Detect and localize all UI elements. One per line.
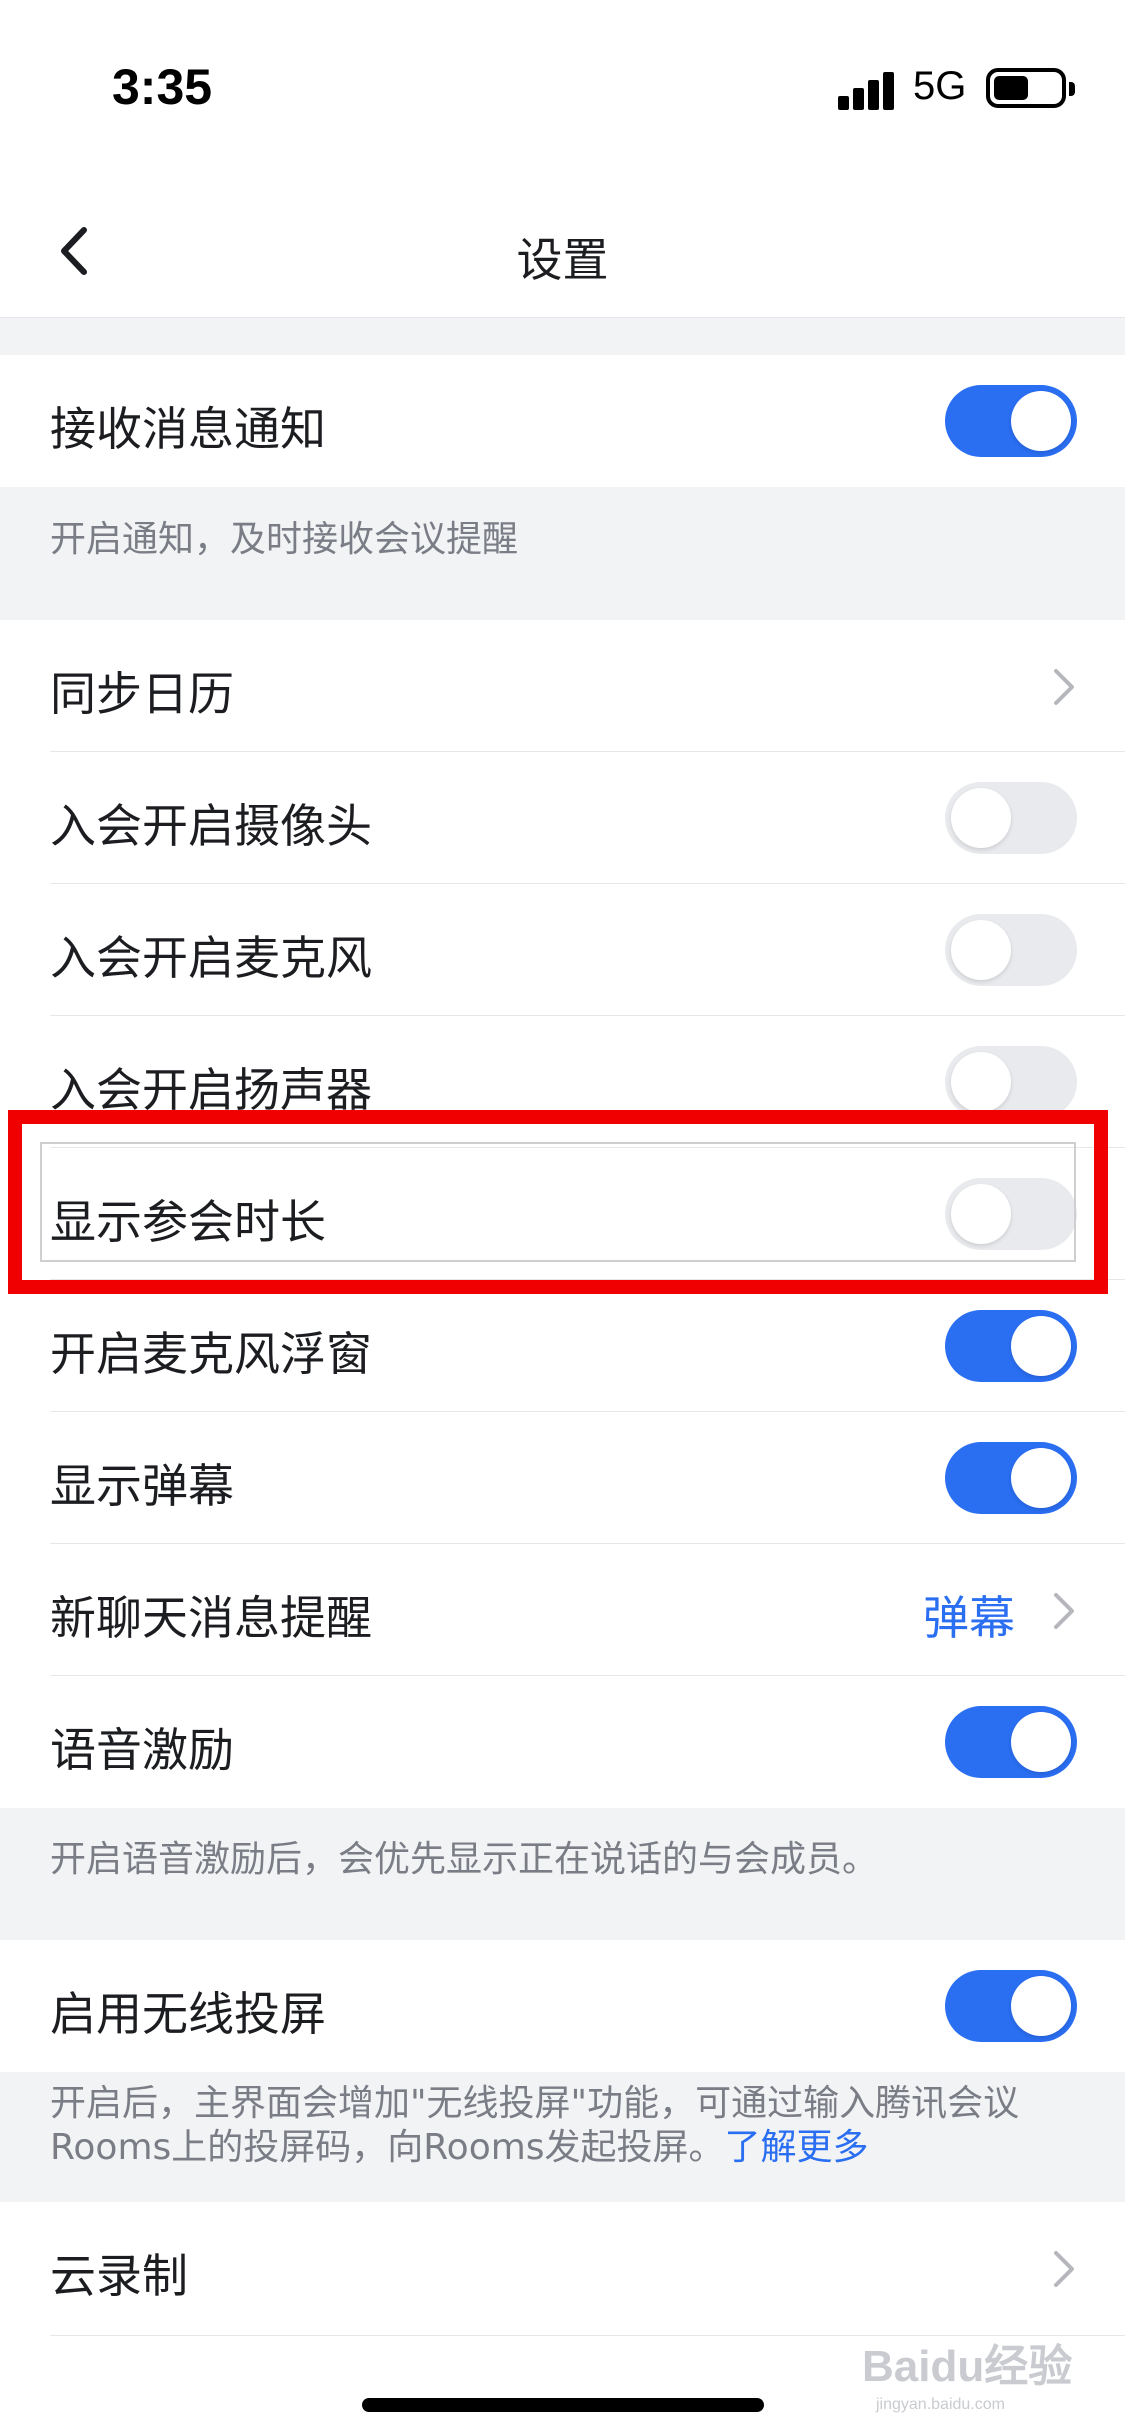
voice-excite-note: 开启语音激励后，会优先显示正在说话的与会成员。	[50, 1839, 879, 1880]
setting-label: 启用无线投屏	[50, 1987, 326, 2041]
status-bar: 3:35 5G	[0, 0, 1125, 190]
setting-label: 同步日历	[50, 667, 234, 721]
setting-label: 开启麦克风浮窗	[50, 1327, 372, 1381]
setting-label: 显示弹幕	[50, 1459, 234, 1513]
setting-row-wireless: 启用无线投屏	[0, 1940, 1125, 2072]
wireless-toggle[interactable]	[945, 1970, 1077, 2042]
baidu-watermark-logo: Baidu经验 jingyan.baidu.com	[862, 2330, 1072, 2414]
notify-toggle[interactable]	[945, 385, 1077, 457]
setting-row-danmaku: 显示弹幕	[0, 1412, 1125, 1544]
speaker-toggle[interactable]	[945, 1046, 1077, 1118]
setting-label: 语音激励	[50, 1723, 234, 1777]
setting-value: 弹幕	[923, 1591, 1015, 1645]
camera-toggle[interactable]	[945, 782, 1077, 854]
setting-label: 入会开启麦克风	[50, 931, 372, 985]
setting-row-sync-calendar[interactable]: 同步日历	[0, 620, 1125, 752]
setting-row-notify: 接收消息通知	[0, 355, 1125, 487]
wireless-note-line1: 开启后，主界面会增加"无线投屏"功能，可通过输入腾讯会议	[50, 2083, 1020, 2124]
wireless-note-line2: Rooms上的投屏码，向Rooms发起投屏。	[50, 2127, 725, 2168]
status-time: 3:35	[112, 59, 213, 115]
mic-float-toggle[interactable]	[945, 1310, 1077, 1382]
navigation-bar: 设置	[0, 190, 1125, 318]
setting-label: 新聊天消息提醒	[50, 1591, 372, 1645]
setting-row-mic: 入会开启麦克风	[0, 884, 1125, 1016]
setting-row-mic-float: 开启麦克风浮窗	[0, 1280, 1125, 1412]
setting-label: 接收消息通知	[50, 402, 326, 456]
watermark-url: jingyan.baidu.com	[876, 2396, 1005, 2413]
setting-label: 入会开启摄像头	[50, 799, 372, 853]
signal-strength-icon	[838, 70, 898, 110]
mic-toggle[interactable]	[945, 914, 1077, 986]
chevron-right-icon	[1051, 2248, 1077, 2290]
network-type: 5G	[913, 64, 967, 108]
wireless-note: 开启后，主界面会增加"无线投屏"功能，可通过输入腾讯会议 Rooms上的投屏码，…	[50, 2082, 1090, 2170]
setting-row-chat-remind[interactable]: 新聊天消息提醒 弹幕	[0, 1544, 1125, 1676]
watermark-brand: Baidu经验	[862, 2342, 1073, 2391]
setting-label: 云录制	[50, 2249, 188, 2303]
highlight-box	[8, 1110, 1108, 1294]
setting-row-cloud-record[interactable]: 云录制	[0, 2202, 1125, 2336]
learn-more-link[interactable]: 了解更多	[725, 2127, 869, 2168]
voice-excite-toggle[interactable]	[945, 1706, 1077, 1778]
setting-row-voice-excite: 语音激励	[0, 1676, 1125, 1808]
danmaku-toggle[interactable]	[945, 1442, 1077, 1514]
page-title: 设置	[516, 233, 609, 287]
battery-icon	[986, 68, 1075, 108]
setting-row-camera: 入会开启摄像头	[0, 752, 1125, 884]
chevron-right-icon	[1051, 1590, 1077, 1632]
notify-note: 开启通知，及时接收会议提醒	[50, 519, 519, 560]
home-indicator[interactable]	[362, 2398, 764, 2412]
chevron-right-icon	[1051, 666, 1077, 708]
